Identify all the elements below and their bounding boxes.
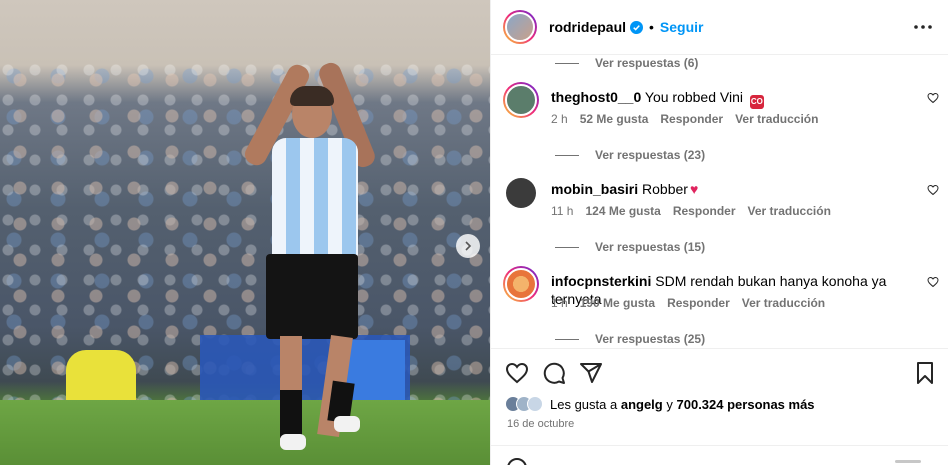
comment-time[interactable]: 1 h xyxy=(551,296,568,310)
comment-time[interactable]: 11 h xyxy=(551,204,573,218)
comment-body: theghost0__0 You robbed Vini CO xyxy=(551,88,926,109)
post-photo xyxy=(0,0,490,465)
comment-meta: 2 h 52 Me gusta Responder Ver traducción xyxy=(551,112,818,126)
comments-list: Ver respuestas (6) theghost0__0 You robb… xyxy=(491,56,948,348)
more-options-icon[interactable] xyxy=(913,18,933,36)
comment-avatar[interactable] xyxy=(506,178,536,208)
comment-icon[interactable] xyxy=(542,361,566,385)
view-replies-button[interactable]: Ver respuestas (23) xyxy=(555,148,705,162)
comment-username[interactable]: theghost0__0 xyxy=(551,89,641,105)
replies-line xyxy=(555,62,579,64)
comment-likes[interactable]: 52 Me gusta xyxy=(580,112,649,126)
translate-button[interactable]: Ver traducción xyxy=(748,204,831,218)
follow-button[interactable]: Seguir xyxy=(660,19,704,35)
comment-emoji: CO xyxy=(749,95,764,109)
view-replies-label: Ver respuestas (6) xyxy=(595,56,699,70)
comment-meta: 1 h 190 Me gusta Responder Ver traducció… xyxy=(551,296,825,310)
view-replies-label: Ver respuestas (23) xyxy=(595,148,706,162)
comment-like-icon[interactable] xyxy=(927,184,939,196)
comment-body: mobin_basiri Robber ♥ xyxy=(551,180,926,198)
likes-others-count[interactable]: 700.324 personas más xyxy=(677,397,815,412)
post-side-panel: rodridepaul • Seguir Ver respuestas (6) … xyxy=(490,0,948,465)
share-icon[interactable] xyxy=(579,361,603,385)
likes-first-user[interactable]: angelg xyxy=(621,397,663,412)
translate-button[interactable]: Ver traducción xyxy=(742,296,825,310)
comment-username[interactable]: mobin_basiri xyxy=(551,181,638,197)
view-replies-button[interactable]: Ver respuestas (6) xyxy=(555,56,698,70)
save-icon[interactable] xyxy=(913,361,937,385)
author-avatar[interactable] xyxy=(503,10,537,44)
comment-likes[interactable]: 190 Me gusta xyxy=(580,296,655,310)
comment-like-icon[interactable] xyxy=(927,92,939,104)
comment-time[interactable]: 2 h xyxy=(551,112,568,126)
reply-button[interactable]: Responder xyxy=(667,296,730,310)
comment-like-icon[interactable] xyxy=(927,276,939,288)
likes-prefix: Les gusta a xyxy=(550,396,618,412)
liker-avatar xyxy=(527,396,543,412)
add-comment-bar xyxy=(491,445,948,465)
comment-text: Robber xyxy=(642,181,688,197)
likes-connector: y xyxy=(666,396,673,412)
comment-avatar[interactable] xyxy=(503,82,539,118)
comment-username[interactable]: infocpnsterkini xyxy=(551,273,651,289)
player-figure xyxy=(241,40,380,460)
likes-text: Les gusta a angelg y 700.324 personas má… xyxy=(550,397,815,412)
view-replies-button[interactable]: Ver respuestas (15) xyxy=(555,240,705,254)
view-replies-button[interactable]: Ver respuestas (25) xyxy=(555,332,705,346)
reply-button[interactable]: Responder xyxy=(673,204,736,218)
comment-likes[interactable]: 124 Me gusta xyxy=(585,204,660,218)
replies-line xyxy=(555,154,579,156)
translate-button[interactable]: Ver traducción xyxy=(735,112,818,126)
emoji-icon[interactable] xyxy=(507,458,527,465)
replies-line xyxy=(555,246,579,248)
author-username[interactable]: rodridepaul xyxy=(549,19,626,35)
comment-meta: 11 h 124 Me gusta Responder Ver traducci… xyxy=(551,204,831,218)
header-separator: • xyxy=(649,19,654,35)
pitch-grass xyxy=(0,400,490,465)
steward-figure xyxy=(66,350,136,405)
comment-text: You robbed Vini xyxy=(644,89,743,105)
chevron-right-icon xyxy=(465,241,472,251)
carousel-next-button[interactable] xyxy=(456,234,480,258)
post-comment-button[interactable] xyxy=(895,460,921,463)
like-icon[interactable] xyxy=(505,361,529,385)
post-actions-bar xyxy=(491,348,948,394)
post-date[interactable]: 16 de octubre xyxy=(507,418,574,430)
likes-summary: Les gusta a angelg y 700.324 personas má… xyxy=(505,396,815,412)
comment-emoji: ♥ xyxy=(689,181,699,197)
post-header: rodridepaul • Seguir xyxy=(491,0,948,55)
replies-line xyxy=(555,338,579,340)
reply-button[interactable]: Responder xyxy=(660,112,723,126)
view-replies-label: Ver respuestas (15) xyxy=(595,240,706,254)
verified-badge-icon xyxy=(630,20,644,34)
view-replies-label: Ver respuestas (25) xyxy=(595,332,706,346)
comment-avatar[interactable] xyxy=(503,266,539,302)
